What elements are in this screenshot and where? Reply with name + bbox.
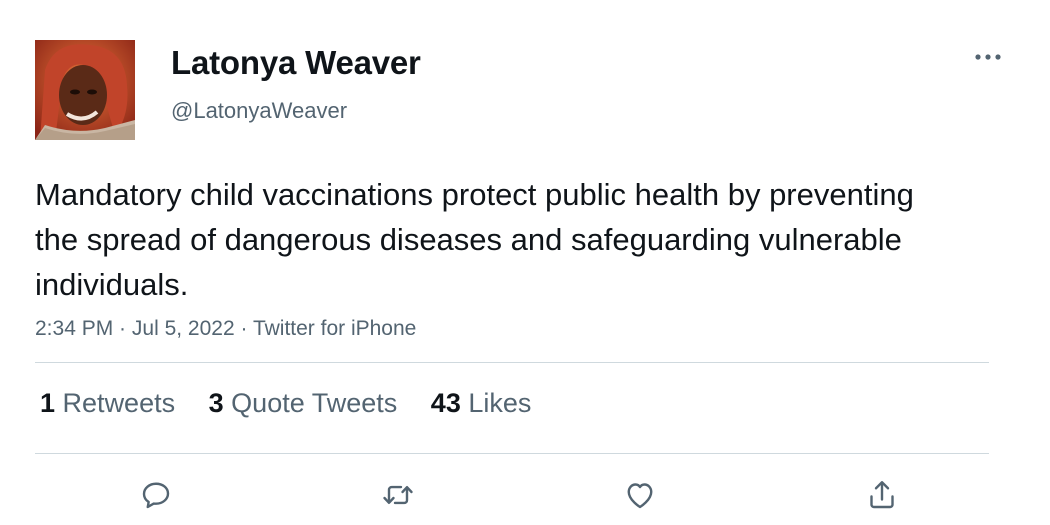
stat-quote-tweets[interactable]: 3 Quote Tweets xyxy=(209,388,398,419)
tweet-text: Mandatory child vaccinations protect pub… xyxy=(35,177,914,302)
profile-photo-icon xyxy=(35,40,135,140)
user-handle[interactable]: @LatonyaWeaver xyxy=(171,98,347,124)
stat-label: Quote Tweets xyxy=(231,388,398,418)
stat-likes[interactable]: 43 Likes xyxy=(431,388,532,419)
meta-separator: · xyxy=(234,317,253,340)
like-button[interactable] xyxy=(620,475,660,515)
divider xyxy=(35,362,989,363)
stat-label: Retweets xyxy=(62,388,176,418)
divider xyxy=(35,453,989,454)
tweet-stats: 1 Retweets 3 Quote Tweets 43 Likes xyxy=(40,388,557,419)
avatar[interactable] xyxy=(35,40,135,140)
retweet-icon xyxy=(383,485,413,505)
reply-button[interactable] xyxy=(136,475,176,515)
heart-icon xyxy=(627,483,653,509)
retweet-button[interactable] xyxy=(378,475,418,515)
more-options-icon[interactable] xyxy=(974,50,1004,64)
share-button[interactable] xyxy=(862,475,902,515)
tweet-time[interactable]: 2:34 PM xyxy=(35,317,113,340)
display-name[interactable]: Latonya Weaver xyxy=(171,44,421,82)
tweet-meta: 2:34 PM · Jul 5, 2022 · Twitter for iPho… xyxy=(35,317,416,341)
tweet-source[interactable]: Twitter for iPhone xyxy=(253,317,416,340)
stat-count: 3 xyxy=(208,388,224,418)
reply-icon xyxy=(142,482,170,509)
stat-count: 43 xyxy=(430,388,461,418)
meta-separator: · xyxy=(113,317,132,340)
stat-label: Likes xyxy=(468,388,532,418)
stat-retweets[interactable]: 1 Retweets xyxy=(40,388,175,419)
share-icon xyxy=(870,481,894,509)
stat-count: 1 xyxy=(40,388,56,418)
tweet-date[interactable]: Jul 5, 2022 xyxy=(132,317,235,340)
tweet-card: Latonya Weaver @LatonyaWeaver Mandatory … xyxy=(0,0,1050,525)
